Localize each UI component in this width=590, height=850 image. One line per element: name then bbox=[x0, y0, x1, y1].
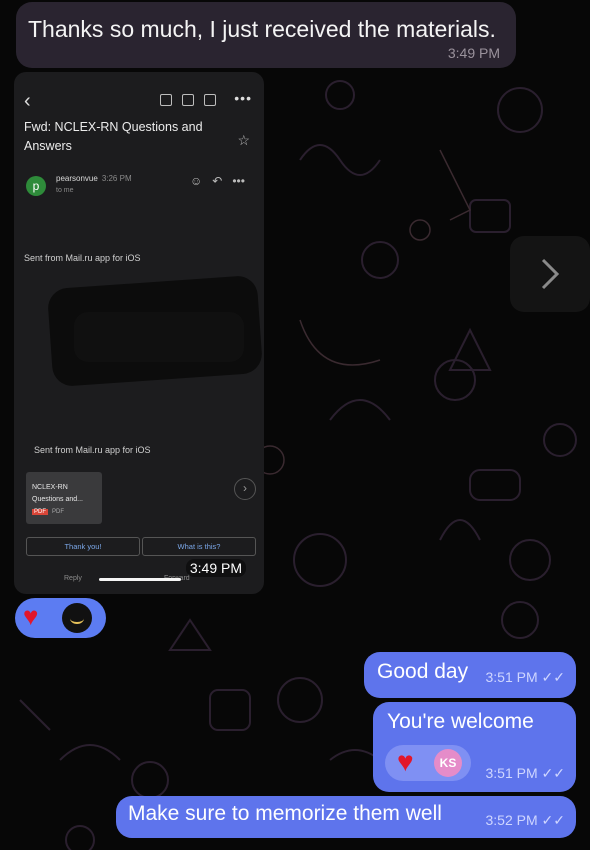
email-body-text: Sent from Mail.ru app for iOS bbox=[34, 445, 151, 455]
double-check-icon: ✓✓ bbox=[541, 812, 565, 828]
screenshot-attachment[interactable]: ‹ ••• Fwd: NCLEX-RN Questions and Answer… bbox=[14, 72, 264, 594]
reactor-avatar bbox=[62, 603, 92, 633]
message-time: 3:51 PM ✓✓ bbox=[485, 765, 566, 781]
mail-icon bbox=[204, 94, 216, 106]
reactor-avatar: KS bbox=[434, 749, 462, 777]
next-arrow-icon bbox=[510, 236, 590, 312]
home-indicator bbox=[99, 578, 181, 581]
quick-reply-button: Thank you! bbox=[26, 537, 140, 556]
heart-reaction[interactable]: ♥ bbox=[23, 601, 49, 631]
email-subject: Fwd: NCLEX-RN Questions and Answers bbox=[24, 120, 203, 153]
more-icon: ••• bbox=[234, 90, 252, 106]
star-icon: ☆ bbox=[237, 132, 250, 148]
double-check-icon: ✓✓ bbox=[541, 765, 565, 781]
back-arrow-icon: ‹ bbox=[24, 90, 31, 112]
sender-name: pearsonvue bbox=[56, 174, 98, 183]
emoji-icon: ☺ bbox=[190, 174, 203, 188]
reply-label: Reply bbox=[64, 575, 82, 582]
message-text: Make sure to memorize them well bbox=[128, 802, 442, 825]
pdf-attachment-card: NCLEX-RN Questions and... PDF PDF bbox=[26, 472, 102, 524]
message-text: You're welcome bbox=[387, 710, 534, 733]
outgoing-message[interactable]: You're welcome ♥ KS 3:51 PM ✓✓ bbox=[373, 702, 576, 792]
pdf-name: NCLEX-RN Questions and... bbox=[32, 484, 83, 503]
pdf-icon: PDF bbox=[32, 509, 48, 515]
pdf-type: PDF PDF bbox=[32, 509, 64, 515]
email-actions: ☺ ↶ ••• bbox=[190, 174, 245, 188]
outgoing-message[interactable]: Good day 3:51 PM ✓✓ bbox=[364, 652, 576, 698]
outgoing-message[interactable]: Make sure to memorize them well 3:52 PM … bbox=[116, 796, 576, 838]
archive-icon bbox=[160, 94, 172, 106]
redaction-scribble bbox=[74, 312, 244, 362]
message-time: 3:52 PM ✓✓ bbox=[485, 812, 566, 828]
message-text: Good day bbox=[377, 660, 469, 683]
message-time: 3:51 PM ✓✓ bbox=[485, 669, 566, 685]
heart-icon: ♥ bbox=[397, 746, 414, 777]
reaction-bar[interactable]: ♥ bbox=[15, 598, 106, 638]
reply-icon: ↶ bbox=[212, 174, 223, 188]
trash-icon bbox=[182, 94, 194, 106]
email-toolbar bbox=[160, 94, 216, 106]
quick-reply-button: What is this? bbox=[142, 537, 256, 556]
sender-line: pearsonvue 3:26 PM bbox=[56, 174, 132, 183]
sender-time: 3:26 PM bbox=[101, 174, 132, 183]
chevron-right-icon: › bbox=[234, 478, 256, 500]
more-icon: ••• bbox=[232, 174, 245, 188]
message-text: Thanks so much, I just received the mate… bbox=[28, 16, 496, 42]
reaction-chip[interactable]: ♥ KS bbox=[385, 745, 471, 781]
attachment-time: 3:49 PM bbox=[185, 559, 246, 577]
double-check-icon: ✓✓ bbox=[541, 669, 565, 685]
message-time: 3:49 PM bbox=[447, 45, 500, 61]
heart-icon: ♥ bbox=[23, 601, 39, 631]
recipient-line: to me bbox=[56, 187, 74, 194]
sender-avatar: p bbox=[26, 176, 46, 196]
incoming-message[interactable]: Thanks so much, I just received the mate… bbox=[16, 2, 516, 68]
email-body-text: Sent from Mail.ru app for iOS bbox=[24, 253, 141, 263]
